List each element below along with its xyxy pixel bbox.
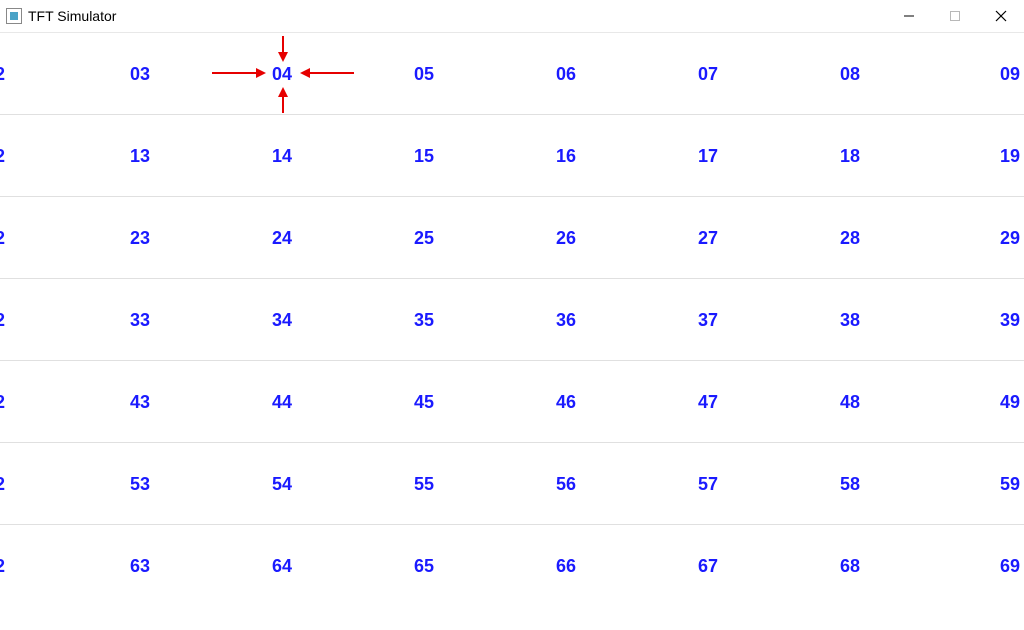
grid-cell[interactable]: 34 [222, 279, 342, 361]
grid-cell[interactable]: 14 [222, 115, 342, 197]
grid-cell[interactable]: 08 [790, 33, 910, 115]
maximize-button[interactable] [932, 0, 978, 32]
grid-cell[interactable]: 67 [648, 525, 768, 607]
grid-row: 263 64 65 66 67 68 69 [0, 525, 1024, 607]
grid-cell[interactable]: 43 [80, 361, 200, 443]
grid-cell[interactable]: 66 [506, 525, 626, 607]
grid-cell[interactable]: 65 [364, 525, 484, 607]
grid-cell[interactable]: 28 [790, 197, 910, 279]
grid-cell[interactable]: 2 [0, 115, 60, 197]
grid-cell[interactable]: 29 [950, 197, 1024, 279]
grid-cell[interactable]: 2 [0, 443, 60, 525]
grid-cell[interactable]: 33 [80, 279, 200, 361]
grid-row: 243 44 45 46 47 48 49 [0, 361, 1024, 443]
grid-cell[interactable]: 63 [80, 525, 200, 607]
titlebar-left: TFT Simulator [0, 8, 116, 24]
grid-row: 203040506070809 [0, 33, 1024, 115]
grid-cell[interactable]: 03 [80, 33, 200, 115]
annotation-arrow-bottom [276, 87, 290, 118]
grid-cell[interactable]: 64 [222, 525, 342, 607]
annotation-arrow-top [276, 36, 290, 67]
grid-row: 213 14 15 16 17 18 19 [0, 115, 1024, 197]
grid-cell[interactable]: 05 [364, 33, 484, 115]
grid-cell[interactable]: 2 [0, 279, 60, 361]
grid-row: 253 54 55 56 57 58 59 [0, 443, 1024, 525]
grid-cell[interactable]: 2 [0, 33, 60, 115]
grid-cell[interactable]: 19 [950, 115, 1024, 197]
grid-cell[interactable]: 17 [648, 115, 768, 197]
grid-cell[interactable]: 48 [790, 361, 910, 443]
grid-cell[interactable]: 46 [506, 361, 626, 443]
grid-cell[interactable]: 36 [506, 279, 626, 361]
grid-cell[interactable]: 26 [506, 197, 626, 279]
grid-cell[interactable]: 39 [950, 279, 1024, 361]
grid-cell[interactable]: 24 [222, 197, 342, 279]
annotation-arrow-right [300, 66, 354, 85]
grid-cell[interactable]: 54 [222, 443, 342, 525]
grid-cell[interactable]: 49 [950, 361, 1024, 443]
grid-row: 223 24 25 26 27 28 29 [0, 197, 1024, 279]
grid-cell[interactable]: 47 [648, 361, 768, 443]
window-controls [886, 0, 1024, 32]
grid-cell[interactable]: 2 [0, 361, 60, 443]
grid-cell[interactable]: 35 [364, 279, 484, 361]
grid-cell[interactable]: 55 [364, 443, 484, 525]
annotation-arrow-left [212, 66, 266, 85]
grid-cell[interactable]: 18 [790, 115, 910, 197]
grid-cell[interactable]: 44 [222, 361, 342, 443]
grid-cell[interactable]: 59 [950, 443, 1024, 525]
app-icon [6, 8, 22, 24]
grid-cell[interactable]: 53 [80, 443, 200, 525]
grid-cell[interactable]: 07 [648, 33, 768, 115]
grid-cell[interactable]: 45 [364, 361, 484, 443]
grid-cell[interactable]: 58 [790, 443, 910, 525]
grid-cell[interactable]: 16 [506, 115, 626, 197]
grid-cell[interactable]: 37 [648, 279, 768, 361]
grid-cell[interactable]: 23 [80, 197, 200, 279]
grid-cell[interactable]: 09 [950, 33, 1024, 115]
grid-cell[interactable]: 27 [648, 197, 768, 279]
grid-cell[interactable]: 06 [506, 33, 626, 115]
minimize-button[interactable] [886, 0, 932, 32]
window-title: TFT Simulator [28, 8, 116, 24]
grid-cell[interactable]: 25 [364, 197, 484, 279]
grid-cell[interactable]: 69 [950, 525, 1024, 607]
window-titlebar: TFT Simulator [0, 0, 1024, 32]
grid-cell[interactable]: 56 [506, 443, 626, 525]
grid-cell[interactable]: 2 [0, 197, 60, 279]
grid-cell[interactable]: 13 [80, 115, 200, 197]
grid-cell[interactable]: 38 [790, 279, 910, 361]
grid-cell[interactable]: 57 [648, 443, 768, 525]
close-button[interactable] [978, 0, 1024, 32]
grid-cell[interactable]: 2 [0, 525, 60, 607]
grid-cell[interactable]: 15 [364, 115, 484, 197]
grid-container: 2030405060708092131415161718192232425262… [0, 33, 1024, 607]
grid-cell[interactable]: 68 [790, 525, 910, 607]
grid-row: 233 34 35 36 37 38 39 [0, 279, 1024, 361]
